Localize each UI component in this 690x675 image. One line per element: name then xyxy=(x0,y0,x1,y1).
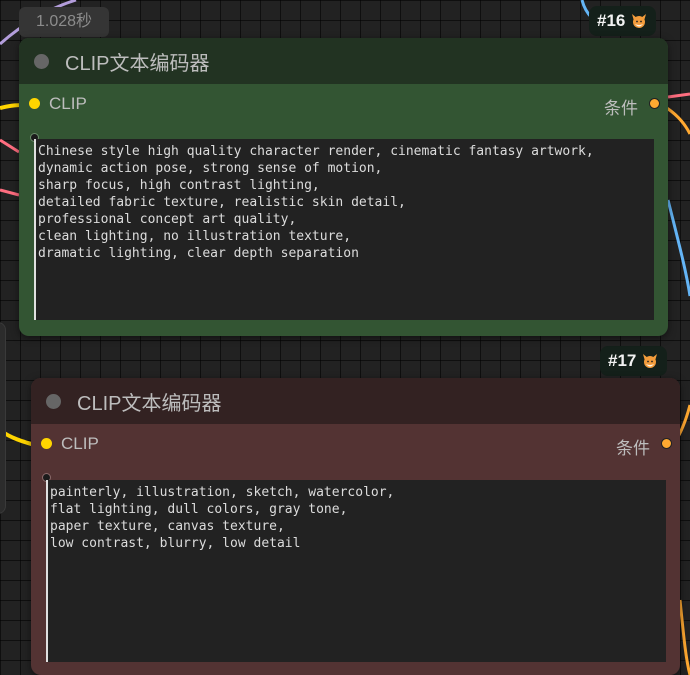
node-title: CLIP文本编码器 xyxy=(77,392,222,415)
clip-text-encode-node-16[interactable]: CLIP文本编码器 CLIP 条件 Chinese style high qua… xyxy=(19,38,668,336)
execution-time-badge: 1.028秒 xyxy=(19,7,109,37)
node-slot-row: CLIP 条件 xyxy=(19,84,668,124)
clip-input-slot[interactable] xyxy=(29,98,40,109)
clip-input-label: CLIP xyxy=(49,94,87,113)
node-id-badge-17: #17 xyxy=(600,346,668,376)
fox-icon xyxy=(643,354,658,368)
conditioning-output-label: 条件 xyxy=(616,439,650,458)
node-title: CLIP文本编码器 xyxy=(65,52,210,75)
prompt-textarea[interactable]: Chinese style high quality character ren… xyxy=(34,139,654,320)
node-header[interactable]: CLIP文本编码器 xyxy=(19,38,668,84)
link-wire-latent-left xyxy=(0,188,20,197)
node-slot-row: CLIP 条件 xyxy=(31,424,680,464)
fox-icon xyxy=(632,14,647,28)
conditioning-output-slot[interactable] xyxy=(661,438,672,449)
clip-input-slot[interactable] xyxy=(41,438,52,449)
link-wire-latent-left-2 xyxy=(0,138,20,154)
node-id-badge-16: #16 xyxy=(589,6,657,36)
collapse-dot-icon[interactable] xyxy=(46,393,61,409)
clip-text-encode-node-17[interactable]: CLIP文本编码器 CLIP 条件 painterly, illustratio… xyxy=(31,378,680,675)
node-header[interactable]: CLIP文本编码器 xyxy=(31,378,680,424)
collapse-dot-icon[interactable] xyxy=(34,53,49,69)
negative-prompt-textarea[interactable]: painterly, illustration, sketch, waterco… xyxy=(46,480,666,662)
side-panel-edge xyxy=(0,322,6,514)
clip-input-label: CLIP xyxy=(61,434,99,453)
link-wire-image-right xyxy=(666,199,690,297)
link-wire-latent-right xyxy=(667,92,690,99)
conditioning-output-label: 条件 xyxy=(604,99,638,118)
conditioning-output-slot[interactable] xyxy=(649,98,660,109)
node-id-label: #17 xyxy=(608,351,637,370)
link-wire-orange-right xyxy=(678,599,690,675)
node-id-label: #16 xyxy=(597,11,626,30)
